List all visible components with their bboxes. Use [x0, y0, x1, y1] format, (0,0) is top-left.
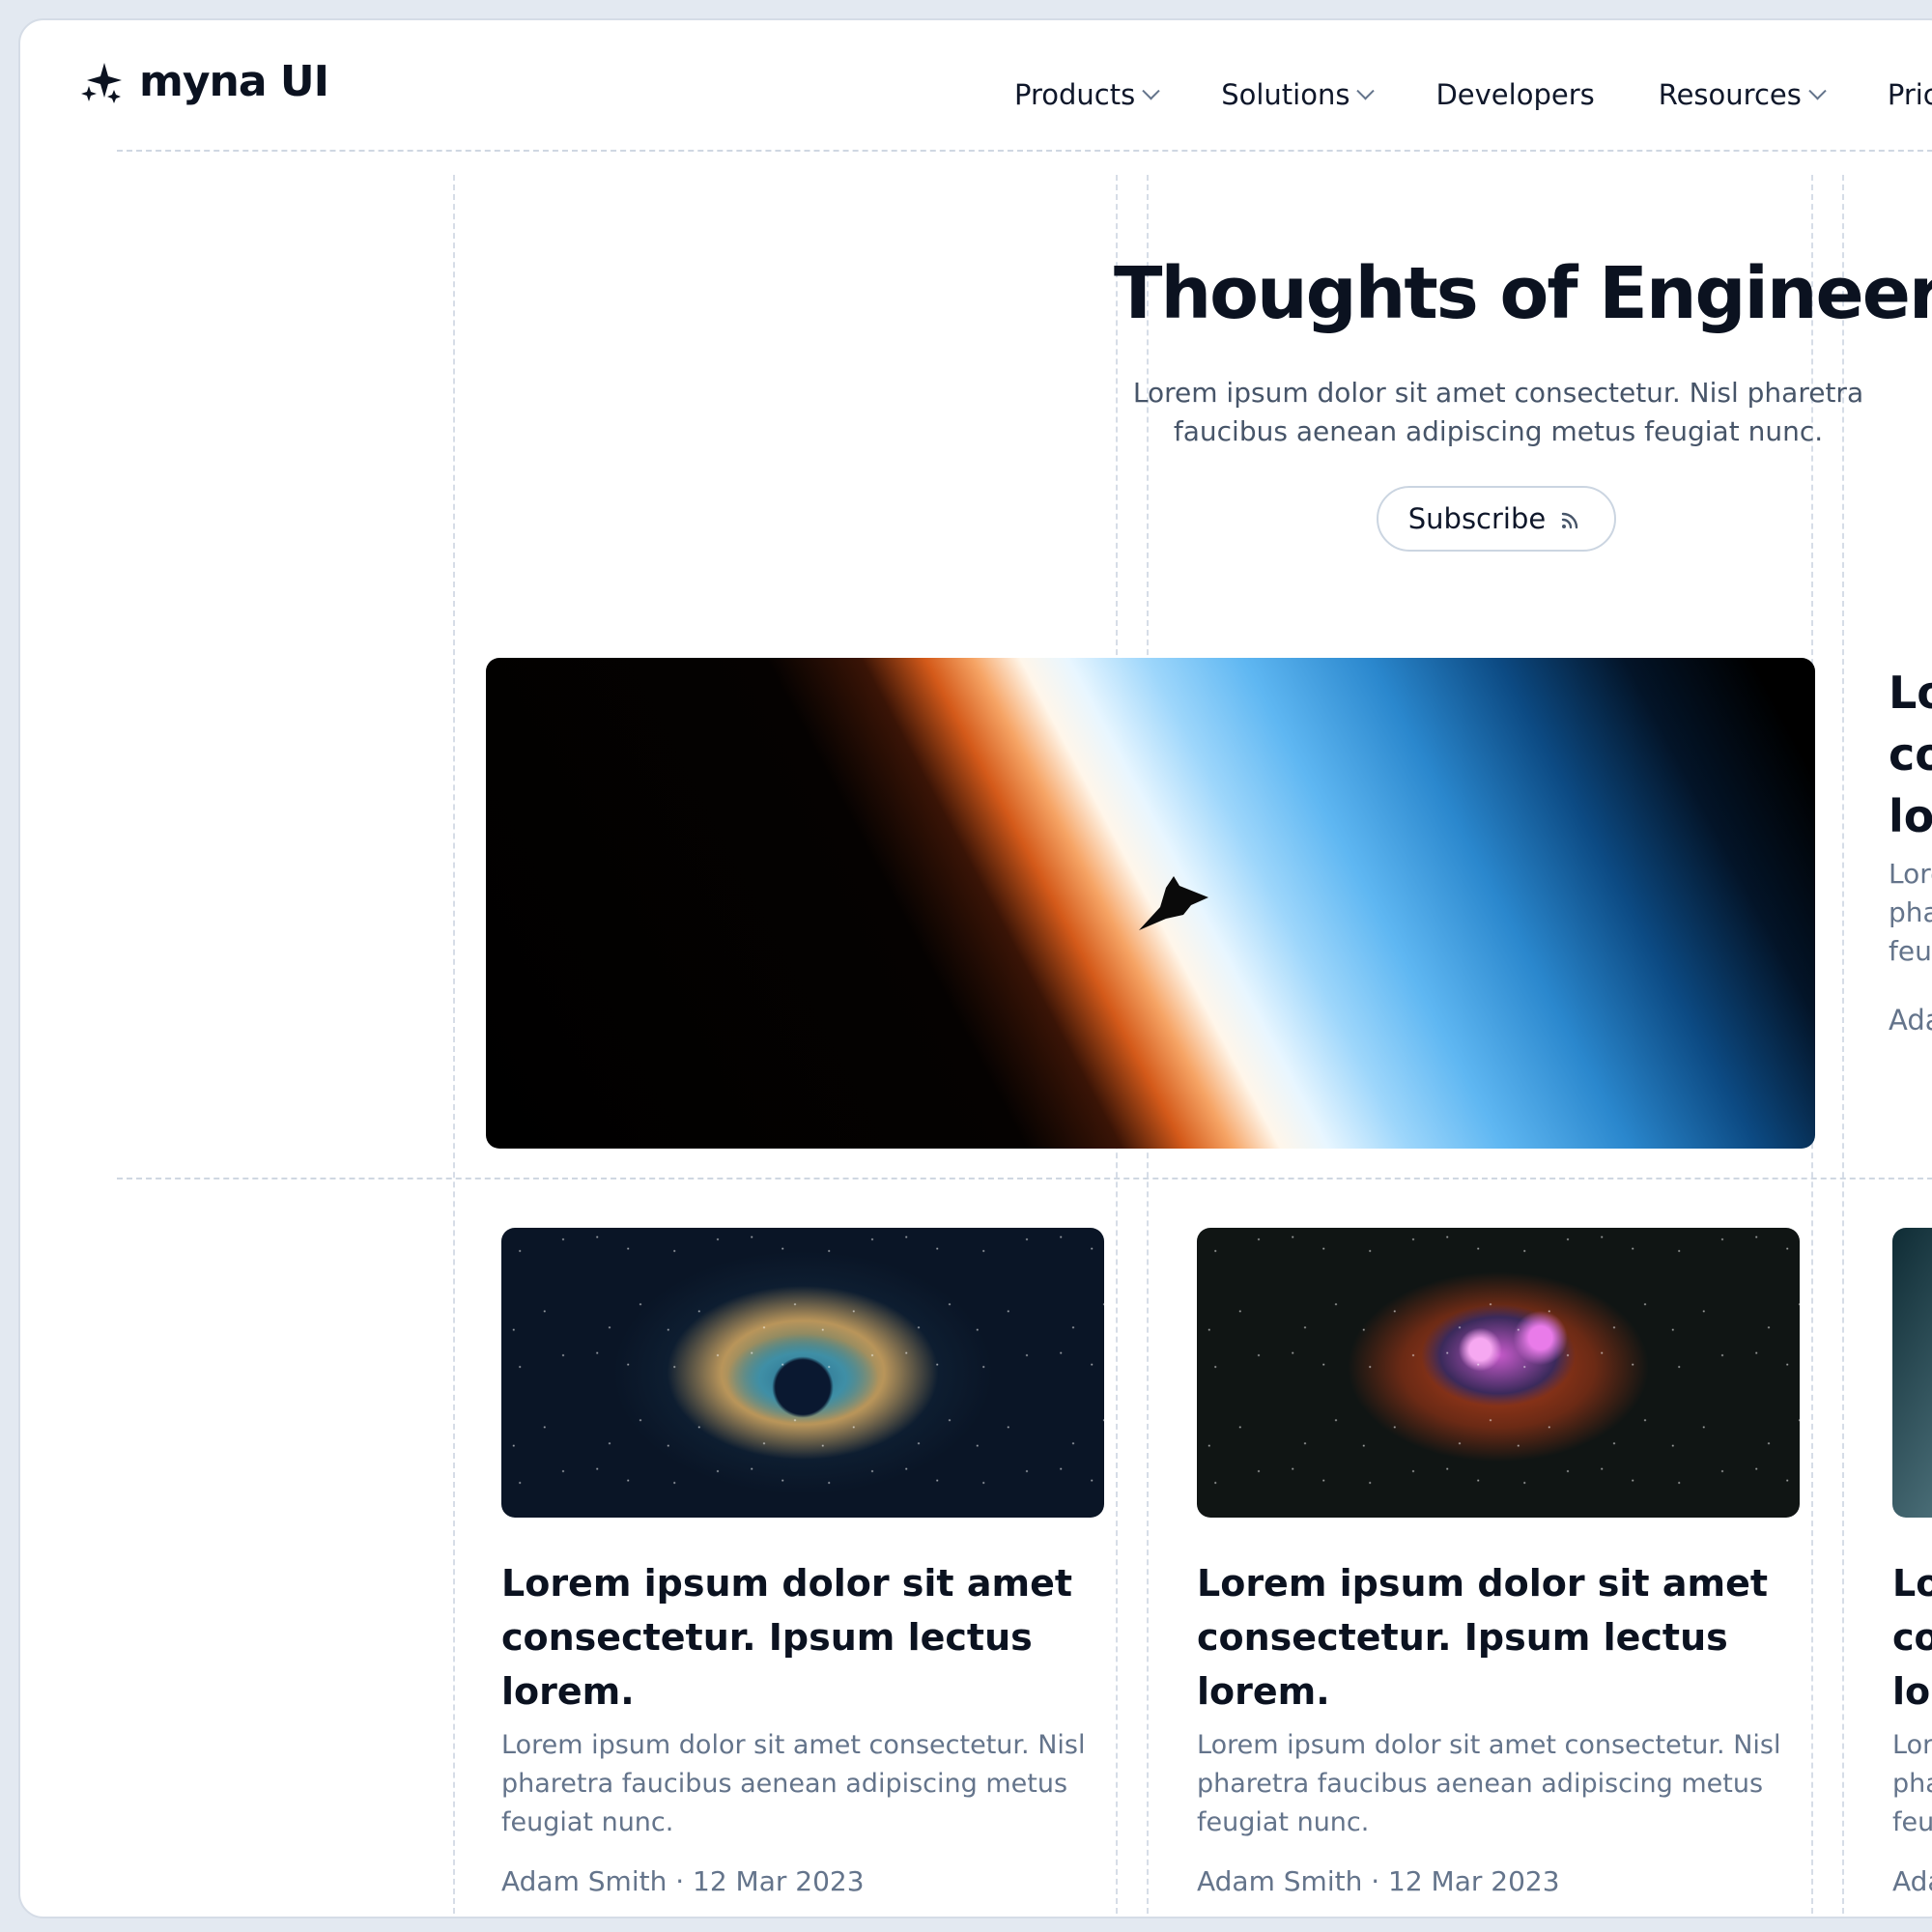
page-title: Thoughts of Engineers.: [1114, 252, 1932, 335]
page-subtitle: Lorem ipsum dolor sit amet consectetur. …: [1132, 377, 1864, 447]
subscribe-button[interactable]: Subscribe: [1377, 486, 1616, 552]
brand-logo[interactable]: myna UI: [81, 57, 329, 106]
title-line: lore: [1889, 790, 1932, 842]
featured-post-meta: Adam: [1889, 1004, 1932, 1037]
excerpt-line: Lorem: [1889, 858, 1932, 890]
post-card-image[interactable]: [1197, 1228, 1800, 1518]
nav-label: Resources: [1658, 78, 1802, 111]
header-divider: [117, 150, 1932, 152]
main-nav: Products Solutions Developers Resources …: [1014, 78, 1932, 111]
post-card[interactable]: Lorem ipsum dolor sit amet consectetur. …: [1197, 1228, 1800, 1897]
nav-label: Solutions: [1221, 78, 1350, 111]
post-card-title[interactable]: Lorem ipsum dolor sit amet consectetur. …: [501, 1556, 1104, 1719]
section-divider: [117, 1178, 1932, 1179]
title-line: cor: [1892, 1616, 1932, 1659]
grid-guide: [453, 175, 455, 1914]
excerpt-line: phare: [1889, 896, 1932, 928]
post-card-excerpt: Lorem ipsum dolor sit amet consectetur. …: [501, 1730, 1086, 1837]
nav-products[interactable]: Products: [1014, 78, 1160, 111]
nav-label: Products: [1014, 78, 1136, 111]
post-card[interactable]: Lor cor lore Lore phar feug Adar: [1892, 1228, 1932, 1897]
post-card-title[interactable]: Lor cor lore: [1892, 1556, 1932, 1719]
post-card-image[interactable]: [1892, 1228, 1932, 1518]
excerpt-line: phar: [1892, 1769, 1932, 1799]
chevron-down-icon: [1142, 81, 1160, 99]
post-card-meta: Adar: [1892, 1865, 1932, 1897]
title-line: Lor: [1892, 1562, 1932, 1605]
nav-resources[interactable]: Resources: [1658, 78, 1827, 111]
chevron-down-icon: [1356, 81, 1376, 99]
chevron-down-icon: [1808, 81, 1827, 99]
space-shuttle-icon: [1139, 876, 1208, 930]
post-card-meta: Adam Smith · 12 Mar 2023: [1197, 1865, 1560, 1897]
nav-label: Pricing: [1887, 78, 1932, 111]
featured-post-title[interactable]: Lor cor lore: [1889, 662, 1932, 847]
post-card[interactable]: Lorem ipsum dolor sit amet consectetur. …: [501, 1228, 1104, 1897]
post-card-image[interactable]: [501, 1228, 1104, 1518]
sparkle-logo-icon: [81, 62, 122, 103]
post-card-excerpt: Lorem ipsum dolor sit amet consectetur. …: [1197, 1730, 1781, 1837]
post-card-excerpt: Lore phar feug: [1892, 1726, 1932, 1842]
post-card-meta: Adam Smith · 12 Mar 2023: [501, 1865, 865, 1897]
nav-pricing[interactable]: Pricing: [1888, 78, 1932, 111]
subscribe-label: Subscribe: [1407, 502, 1547, 535]
title-line: Lor: [1889, 667, 1932, 719]
nav-label: Developers: [1435, 78, 1595, 111]
excerpt-line: feug: [1892, 1807, 1932, 1837]
excerpt-line: Lore: [1892, 1730, 1932, 1760]
rss-icon: [1562, 512, 1578, 529]
title-line: lore: [1892, 1670, 1932, 1713]
title-line: cor: [1889, 728, 1932, 781]
nav-developers[interactable]: Developers: [1435, 78, 1594, 111]
page-frame: myna UI Products Solutions Developers Re…: [18, 18, 1932, 1918]
excerpt-line: feugi: [1889, 935, 1932, 967]
featured-post-excerpt: Lorem phare feugi: [1889, 855, 1932, 971]
post-card-title[interactable]: Lorem ipsum dolor sit amet consectetur. …: [1197, 1556, 1800, 1719]
nav-solutions[interactable]: Solutions: [1221, 78, 1376, 111]
brand-name: myna UI: [139, 57, 329, 106]
